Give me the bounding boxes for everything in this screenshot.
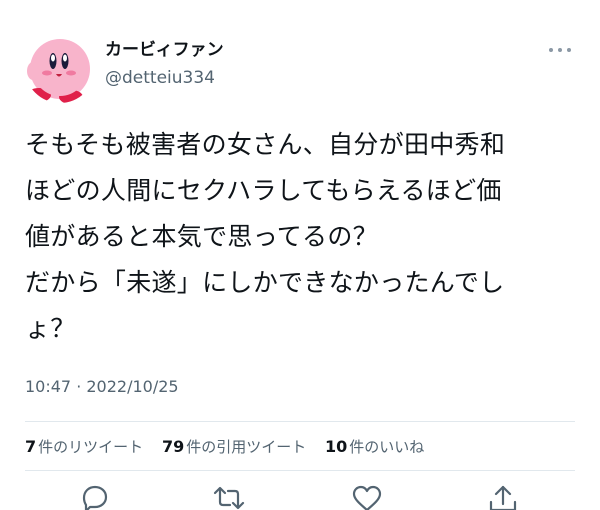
divider [25,470,575,471]
quote-count-label: 件の引用ツイート [186,438,307,456]
user-handle[interactable]: @detteiu334 [105,66,224,90]
like-count-label: 件のいいね [349,438,425,456]
divider [25,421,575,422]
heart-icon[interactable] [350,484,384,510]
tweet-timestamp[interactable]: 10:47 · 2022/10/25 [25,377,179,396]
like-count-link[interactable]: 10 件のいいね [325,436,424,457]
action-bar [0,484,600,510]
like-count: 10 [325,437,348,456]
avatar[interactable] [25,33,95,103]
retweet-icon[interactable] [212,484,246,510]
kirby-avatar-icon [25,33,95,103]
retweet-count-label: 件のリツイート [38,438,144,456]
user-info: カービィファン @detteiu334 [105,38,224,90]
reply-icon[interactable] [78,484,112,510]
tweet-text: そもそも被害者の女さん、自分が田中秀和 ほどの人間にセクハラしてもらえるほど価 … [25,122,585,352]
tweet-card: カービィファン @detteiu334 そもそも被害者の女さん、自分が田中秀和 … [0,0,600,510]
quote-count-link[interactable]: 79 件の引用ツイート [162,436,306,457]
tweet-text-line: ほどの人間にセクハラしてもらえるほど価 [25,176,502,205]
tweet-text-line: 値があると本気で思ってるの？ [25,222,378,251]
display-name[interactable]: カービィファン [105,38,224,62]
quote-count: 79 [161,437,185,456]
share-icon[interactable] [486,484,520,510]
tweet-text-line: ょ？ [25,314,76,343]
retweet-count-link[interactable]: 7 件のリツイート [25,436,143,457]
tweet-stats: 7 件のリツイート 79 件の引用ツイート 10 件のいいね [25,436,438,457]
tweet-text-line: だから「未遂」にしかできなかったんでし [25,268,505,297]
tweet-text-line: そもそも被害者の女さん、自分が田中秀和 [25,130,506,159]
retweet-count: 7 [25,437,37,456]
more-horizontal-icon[interactable] [546,42,574,58]
